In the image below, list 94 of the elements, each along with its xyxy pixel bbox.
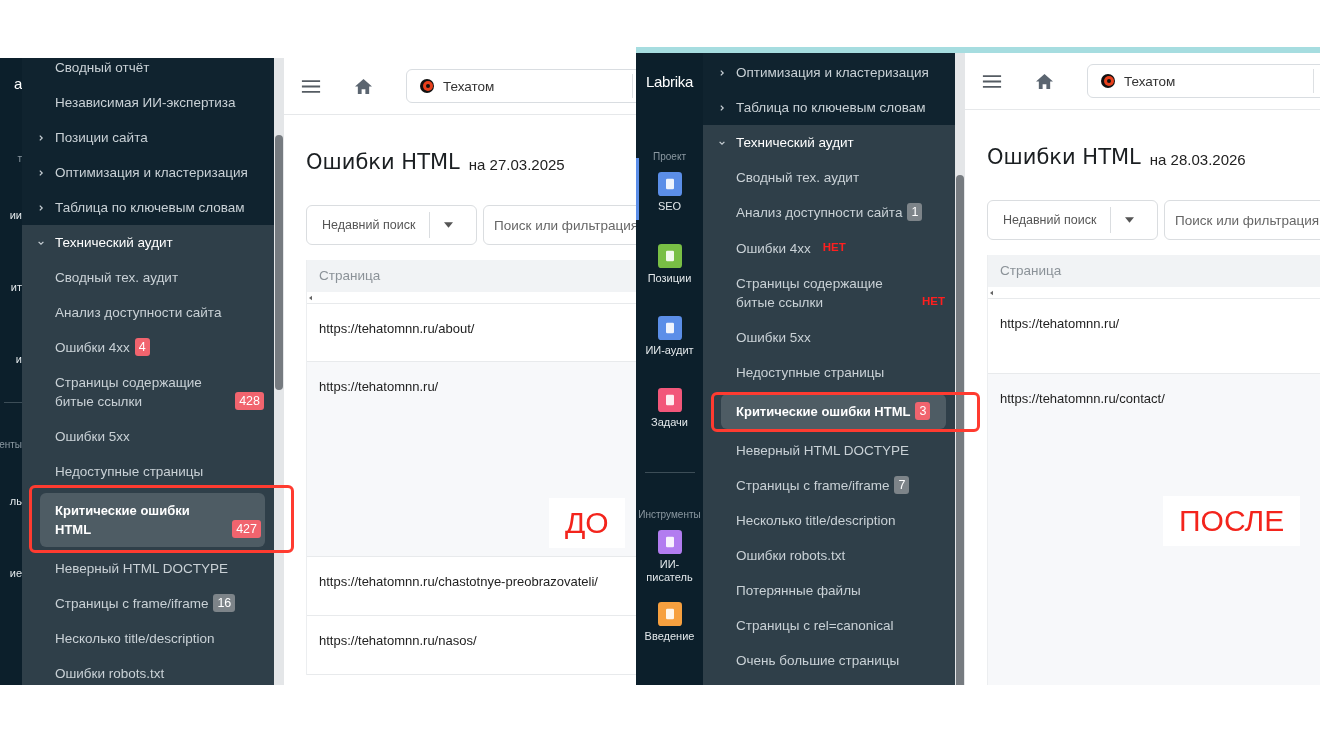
submenu-item[interactable]: Недоступные страницы [736,363,885,382]
submenu-item[interactable]: Неверный HTML DOCTYPE [736,441,909,460]
menu-item[interactable]: Оптимизация и кластеризация [736,63,929,82]
rail-app-label[interactable]: Задачи [651,416,688,429]
app-icon[interactable] [657,316,682,340]
rail-app-label[interactable]: ль [9,495,22,508]
caption-label: ДО [549,498,625,548]
submenu-item[interactable]: Очень большие страницы [736,651,900,670]
rail-app-label[interactable]: ии [9,209,22,222]
menu-item[interactable]: Таблица по ключевым словам [55,198,245,217]
count-badge: 16 [213,594,236,612]
app-icon[interactable] [657,388,682,412]
logo[interactable]: Labrika [645,73,694,93]
table-cell: https://tehatomnn.ru/about/ [319,321,475,336]
submenu-item[interactable]: Ошибки robots.txt [55,664,165,683]
menu-item[interactable]: Сводный отчёт [55,58,150,77]
scroll-left-icon[interactable] [309,294,312,301]
submenu-item[interactable]: Ошибки 4xx [55,338,130,357]
submenu-item[interactable]: Несколько title/description [736,511,896,530]
recent-search-dropdown[interactable]: Недавний поиск [306,205,477,245]
submenu-item[interactable]: Страницы содержащие битые ссылки [55,373,231,411]
submenu-item[interactable]: Несколько title/description [55,629,215,648]
scrollbar[interactable] [955,53,965,685]
app-icon[interactable] [657,172,682,196]
submenu-item[interactable]: Недоступные страницы [55,462,204,481]
project-logo-icon [1100,73,1116,89]
logo[interactable]: а [13,75,22,95]
count-badge: 428 [235,392,264,410]
report-date: на 28.03.2026 [1149,149,1246,168]
app-icon[interactable] [657,244,682,268]
count-badge: 4 [134,338,150,356]
rail-section-label: т [17,153,22,164]
submenu-item[interactable]: Критические ошибки HTML [736,402,911,421]
selected-menu-item[interactable]: Критические ошибки HTML 3 [721,394,946,429]
submenu-item[interactable]: Ошибки robots.txt [736,546,846,565]
submenu-item[interactable]: Потерянные файлы [736,581,861,600]
caption-label: ПОСЛЕ [1163,496,1301,546]
count-badge: 3 [915,402,931,420]
submenu-item[interactable]: Анализ доступности сайта [736,203,903,222]
menu-item[interactable]: Оптимизация и кластеризация [55,163,248,182]
page-title: Ошибки HTML [987,145,1141,169]
rail-section-label: Инструменты [638,509,701,520]
rail-app-label[interactable]: SEO [657,200,682,213]
submenu-item[interactable]: Ошибки 4xx [736,239,811,258]
rail-section-label: Проект [653,151,686,162]
rail-app-label[interactable]: ИИ-писатель [639,558,700,584]
table-cell: https://tehatomnn.ru/chastotnye-preobrazovateli/ [319,574,598,589]
submenu-item[interactable]: Ошибки 5xx [55,427,130,446]
submenu-item[interactable]: Анализ доступности сайта [55,303,222,322]
rail-app-label[interactable]: ие [9,567,22,580]
app-icon[interactable] [657,530,682,554]
table-cell: https://tehatomnn.ru/ [1000,316,1120,331]
count-badge: 1 [907,203,923,221]
search-field[interactable]: Поиск или фильтрация [1164,200,1320,240]
menu-item[interactable]: Таблица по ключевым словам [736,98,926,117]
table-cell: https://tehatomnn.ru/nasos/ [319,633,477,648]
submenu-item[interactable]: Страницы с frame/iframe [736,476,890,495]
rail-app-label[interactable]: ит [10,281,22,294]
count-badge: 7 [894,476,910,494]
app-icon[interactable] [657,602,682,626]
rail-section-label: енты [0,439,22,450]
count-badge: 427 [232,520,261,538]
rail-app-label[interactable]: Позиции [647,272,692,285]
recent-search-dropdown[interactable]: Недавний поиск [987,200,1158,240]
annotation-text: НЕТ [822,240,846,255]
submenu-item[interactable]: Страницы с rel=canonical [736,616,894,635]
submenu-item[interactable]: Сводный тех. аудит [55,268,179,287]
caret-icon [444,222,453,228]
submenu-item[interactable]: Страницы содержащие битые ссылки [736,274,910,312]
project-selector[interactable]: Техатом [1087,64,1320,98]
caret-icon [1125,217,1134,223]
submenu-item[interactable]: Сводный тех. аудит [736,168,860,187]
rail-app-label[interactable]: и [15,353,22,366]
menu-item[interactable]: Независимая ИИ-экспертиза [55,93,236,112]
submenu-item[interactable]: Неверный HTML DOCTYPE [55,559,228,578]
scrollbar[interactable] [274,58,284,685]
page-title: Ошибки HTML [306,150,460,174]
submenu-item[interactable]: Критические ошибки HTML [55,501,228,539]
home-icon[interactable] [354,77,373,95]
table-cell: https://tehatomnn.ru/contact/ [1000,391,1165,406]
home-icon[interactable] [1035,72,1054,90]
submenu-item[interactable]: Ошибки 5xx [736,328,811,347]
report-date: на 27.03.2025 [468,154,565,173]
menu-icon[interactable] [301,78,321,94]
menu-item[interactable]: Позиции сайта [55,128,148,147]
submenu-item[interactable]: Страницы с frame/iframe [55,594,209,613]
rail-app-label[interactable]: Введение [644,630,695,643]
rail-app-label[interactable]: ИИ-аудит [645,344,694,357]
annotation-text: НЕТ [922,294,945,309]
project-logo-icon [419,78,435,94]
selected-menu-item[interactable]: Критические ошибки HTML 427 [40,493,265,547]
table-cell: https://tehatomnn.ru/ [319,379,439,394]
scroll-left-icon[interactable] [990,289,993,296]
menu-icon[interactable] [982,73,1002,89]
